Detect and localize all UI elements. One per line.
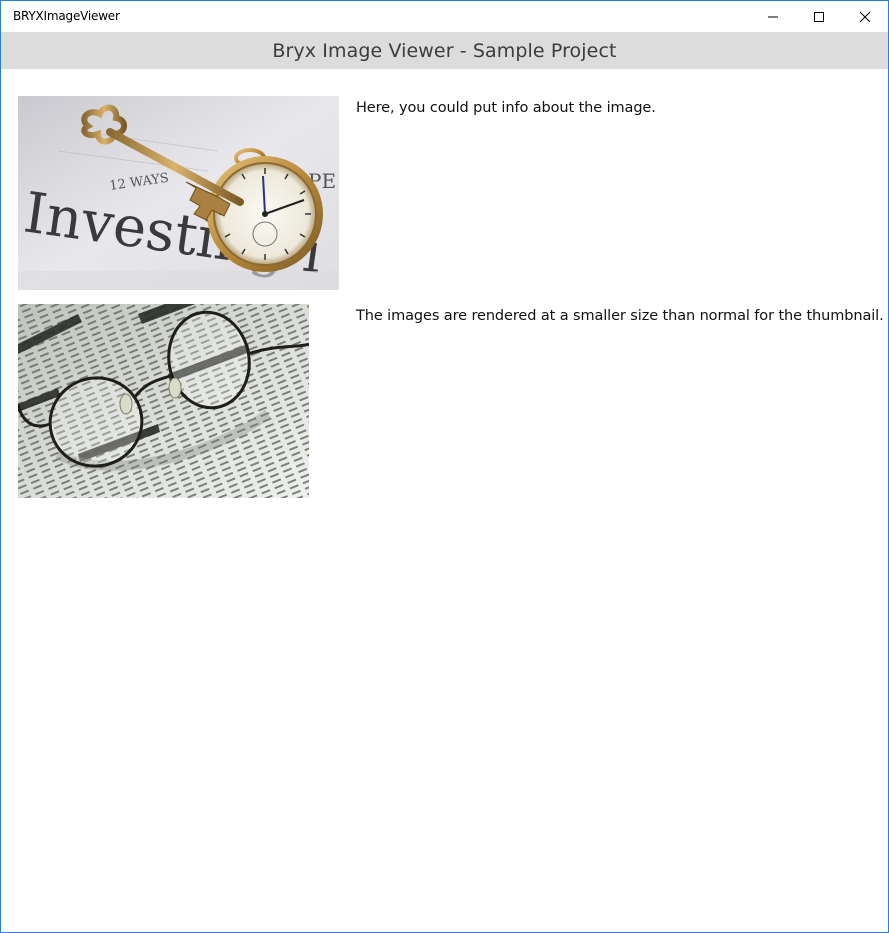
minimize-button[interactable] bbox=[750, 1, 796, 32]
close-icon bbox=[859, 11, 871, 22]
title-bar[interactable]: BRYXImageViewer bbox=[1, 1, 888, 32]
maximize-icon bbox=[814, 11, 824, 22]
thumbnail-image-glasses bbox=[18, 304, 309, 498]
window-title: BRYXImageViewer bbox=[13, 9, 120, 23]
app-window: BRYXImageViewer Bryx Image Viewer - Samp… bbox=[0, 0, 889, 933]
page-title: Bryx Image Viewer - Sample Project bbox=[272, 39, 617, 62]
thumbnail-image-key-watch: 12 WAYS Investing i PE bbox=[18, 96, 339, 290]
minimize-icon bbox=[768, 16, 778, 17]
maximize-button[interactable] bbox=[796, 1, 842, 32]
close-button[interactable] bbox=[842, 1, 888, 32]
app-header: Bryx Image Viewer - Sample Project bbox=[1, 32, 888, 69]
image-caption: The images are rendered at a smaller siz… bbox=[356, 308, 884, 324]
image-caption: Here, you could put info about the image… bbox=[356, 100, 656, 116]
